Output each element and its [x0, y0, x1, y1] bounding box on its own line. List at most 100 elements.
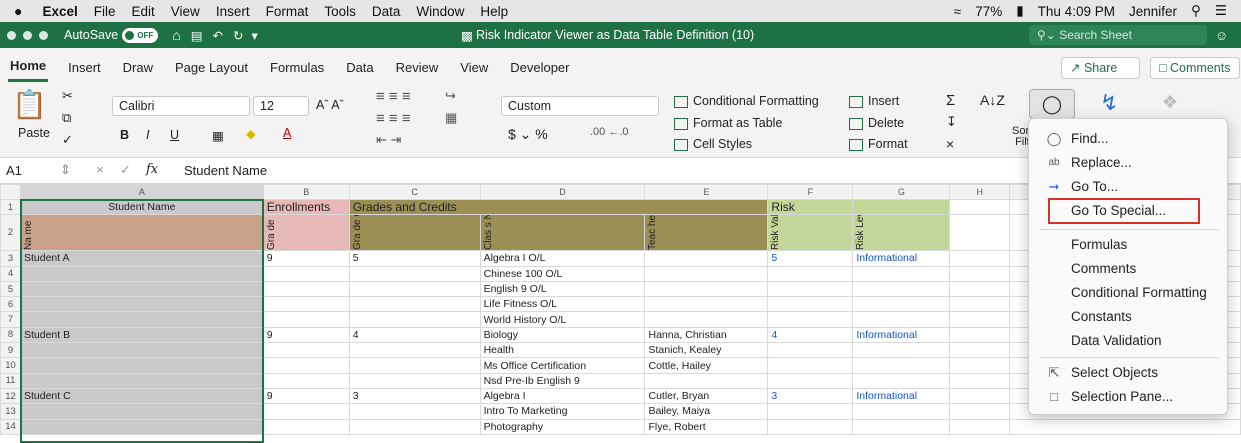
- menu-tools[interactable]: Tools: [324, 4, 356, 19]
- cell-e[interactable]: [644, 265, 769, 282]
- cell-b[interactable]: [262, 265, 350, 282]
- cell-f[interactable]: [767, 311, 854, 328]
- wifi-icon[interactable]: ≈: [954, 4, 961, 19]
- menu-edit[interactable]: Edit: [132, 4, 155, 19]
- cell-e[interactable]: [644, 372, 769, 389]
- column-header-e[interactable]: E: [644, 184, 769, 200]
- format-cells-button[interactable]: Format: [849, 137, 908, 151]
- cell-g[interactable]: [852, 418, 951, 435]
- cell-f[interactable]: [767, 357, 854, 374]
- cell-c2[interactable]: Gra de Cou nt: [348, 214, 481, 252]
- menu-insert[interactable]: Insert: [216, 4, 250, 19]
- menu-conditional-formatting[interactable]: Conditional Formatting: [1029, 281, 1229, 305]
- cell-h[interactable]: [949, 311, 1011, 328]
- row-number[interactable]: 2: [0, 214, 21, 252]
- paste-label[interactable]: Paste: [18, 126, 50, 140]
- tab-data[interactable]: Data: [344, 54, 375, 81]
- cell-a[interactable]: [19, 418, 264, 435]
- cut-icon[interactable]: ✂: [62, 88, 73, 104]
- cell-f[interactable]: [767, 372, 854, 389]
- cell-h[interactable]: [949, 372, 1011, 389]
- cell-c[interactable]: [348, 372, 481, 389]
- cell-h[interactable]: [949, 296, 1011, 313]
- align-middle-icon[interactable]: ≡ ≡ ≡: [376, 110, 411, 127]
- row-number[interactable]: 7: [0, 311, 21, 328]
- cell-rest[interactable]: [1009, 418, 1241, 435]
- search-sheet-input[interactable]: ⚲⌄ Search Sheet: [1029, 25, 1207, 45]
- cell-e[interactable]: Bailey, Maiya: [644, 403, 769, 420]
- row-number[interactable]: 11: [0, 372, 21, 389]
- cell-d[interactable]: Ms Office Certification: [479, 357, 646, 374]
- cell-g[interactable]: [852, 357, 951, 374]
- apple-icon[interactable]: ●: [14, 3, 22, 19]
- cell-g[interactable]: Informational: [852, 326, 951, 344]
- row-number[interactable]: 14: [0, 418, 21, 435]
- cell-b[interactable]: 9: [262, 326, 350, 344]
- minimize-dot[interactable]: [23, 30, 32, 40]
- number-format-select[interactable]: Custom: [501, 96, 659, 116]
- delete-cells-button[interactable]: Delete: [849, 116, 904, 130]
- cell-g2[interactable]: Risk Lev el: [852, 214, 951, 252]
- cell-g[interactable]: [852, 296, 951, 313]
- cell-c[interactable]: [348, 342, 481, 359]
- undo-icon[interactable]: ↶: [213, 28, 223, 43]
- home-icon[interactable]: ⌂: [172, 27, 180, 43]
- tab-developer[interactable]: Developer: [508, 54, 571, 81]
- comments-button[interactable]: □ Comments: [1150, 57, 1240, 79]
- row-number[interactable]: 13: [0, 403, 21, 420]
- cell-e[interactable]: Cottle, Hailey: [644, 357, 769, 374]
- autosave-toggle[interactable]: OFF: [122, 27, 159, 43]
- user-name[interactable]: Jennifer: [1129, 4, 1177, 19]
- cell-h[interactable]: [949, 342, 1011, 359]
- formula-input[interactable]: Student Name: [184, 163, 267, 178]
- cell-f[interactable]: [767, 265, 854, 282]
- battery-percent[interactable]: 77%: [975, 4, 1002, 19]
- cell-a2[interactable]: Na me: [19, 214, 264, 252]
- cell-c[interactable]: [348, 403, 481, 420]
- cell-h[interactable]: [949, 265, 1011, 282]
- cell-h[interactable]: [949, 418, 1011, 435]
- menu-format[interactable]: Format: [266, 4, 309, 19]
- cell-d[interactable]: World History O/L: [479, 311, 646, 328]
- cell-f2[interactable]: Risk Valu e: [767, 214, 854, 252]
- cell-a[interactable]: Student C: [19, 387, 264, 405]
- tab-formulas[interactable]: Formulas: [268, 54, 326, 81]
- tab-review[interactable]: Review: [394, 54, 441, 81]
- cell-h[interactable]: [949, 357, 1011, 374]
- cell-h[interactable]: [949, 250, 1011, 267]
- cell-d[interactable]: Algebra I: [479, 387, 646, 405]
- cell-c[interactable]: 3: [348, 387, 481, 405]
- cell-e[interactable]: Flye, Robert: [644, 418, 769, 435]
- font-size-select[interactable]: 12: [253, 96, 309, 116]
- cell-f[interactable]: 3: [767, 387, 854, 405]
- column-header-b[interactable]: B: [262, 184, 350, 200]
- cell-c[interactable]: [348, 418, 481, 435]
- cell-a[interactable]: [19, 296, 264, 313]
- cell-c[interactable]: 4: [348, 326, 481, 344]
- row-number[interactable]: 10: [0, 357, 21, 374]
- cell-a[interactable]: Student A: [19, 250, 264, 267]
- cell-b[interactable]: [262, 296, 350, 313]
- cell-f[interactable]: [767, 280, 854, 298]
- menu-view[interactable]: View: [171, 4, 200, 19]
- cell-e[interactable]: Cutler, Bryan: [644, 387, 769, 405]
- name-box[interactable]: A1: [6, 163, 22, 178]
- borders-icon[interactable]: ▦: [212, 128, 224, 143]
- cell-a[interactable]: [19, 357, 264, 374]
- fill-icon[interactable]: ↧: [946, 114, 957, 130]
- row-number[interactable]: 5: [0, 280, 21, 298]
- tab-draw[interactable]: Draw: [121, 54, 155, 81]
- cell-d[interactable]: English 9 O/L: [479, 280, 646, 298]
- font-color-icon[interactable]: A: [283, 126, 291, 140]
- cell-h[interactable]: [949, 403, 1011, 420]
- cell-e[interactable]: [644, 280, 769, 298]
- cell-h[interactable]: [949, 326, 1011, 344]
- menu-data-validation[interactable]: Data Validation: [1029, 329, 1229, 353]
- cell-a[interactable]: [19, 280, 264, 298]
- battery-icon[interactable]: ▮: [1016, 3, 1023, 19]
- column-header-g[interactable]: G: [852, 184, 951, 200]
- cell-f1[interactable]: Risk: [767, 198, 854, 216]
- menu-constants[interactable]: Constants: [1029, 305, 1229, 329]
- cell-d[interactable]: Intro To Marketing: [479, 403, 646, 420]
- cell-styles-button[interactable]: Cell Styles: [674, 137, 752, 151]
